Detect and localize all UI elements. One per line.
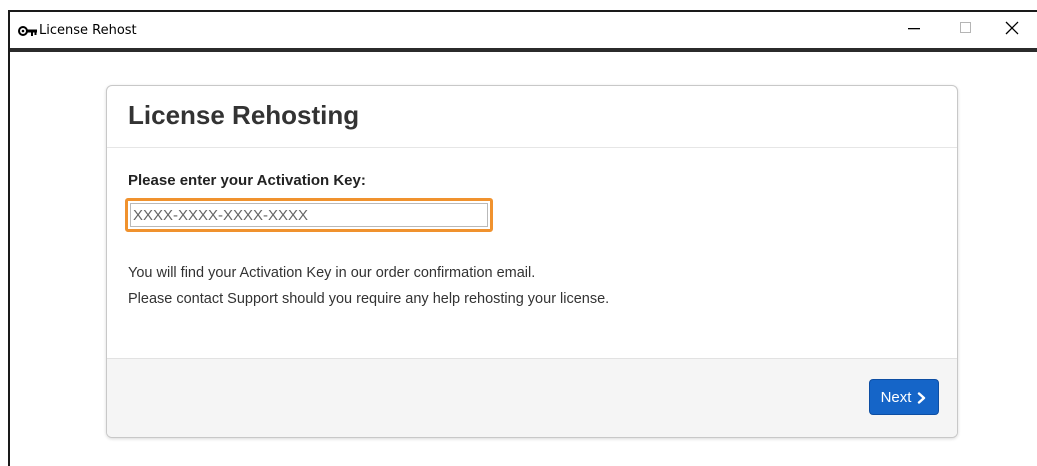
minimize-icon (908, 21, 920, 39)
license-rehost-window: License Rehost License Rehosting Please … (8, 10, 1037, 466)
close-button[interactable] (989, 12, 1035, 48)
rehost-panel: License Rehosting Please enter your Acti… (106, 85, 958, 438)
activation-key-highlight (125, 198, 493, 232)
close-icon (1005, 21, 1019, 40)
maximize-icon (960, 21, 972, 39)
next-button-label: Next (880, 388, 912, 406)
help-text-line: Please contact Support should you requir… (128, 291, 610, 307)
activation-key-label: Please enter your Activation Key: (128, 172, 366, 189)
panel-body: Please enter your Activation Key: You wi… (107, 148, 957, 359)
page-title: License Rehosting (128, 100, 360, 130)
minimize-button[interactable] (891, 12, 937, 48)
panel-header: License Rehosting (107, 86, 957, 148)
key-icon (18, 24, 38, 38)
next-button[interactable]: Next (869, 379, 939, 415)
activation-key-input[interactable] (130, 203, 488, 227)
title-bar[interactable]: License Rehost (10, 12, 1037, 52)
maximize-button[interactable] (943, 12, 989, 48)
window-title: License Rehost (39, 23, 137, 38)
chevron-right-icon (917, 391, 927, 404)
help-text-line: You will find your Activation Key in our… (128, 265, 536, 281)
panel-footer: Next (107, 358, 957, 437)
